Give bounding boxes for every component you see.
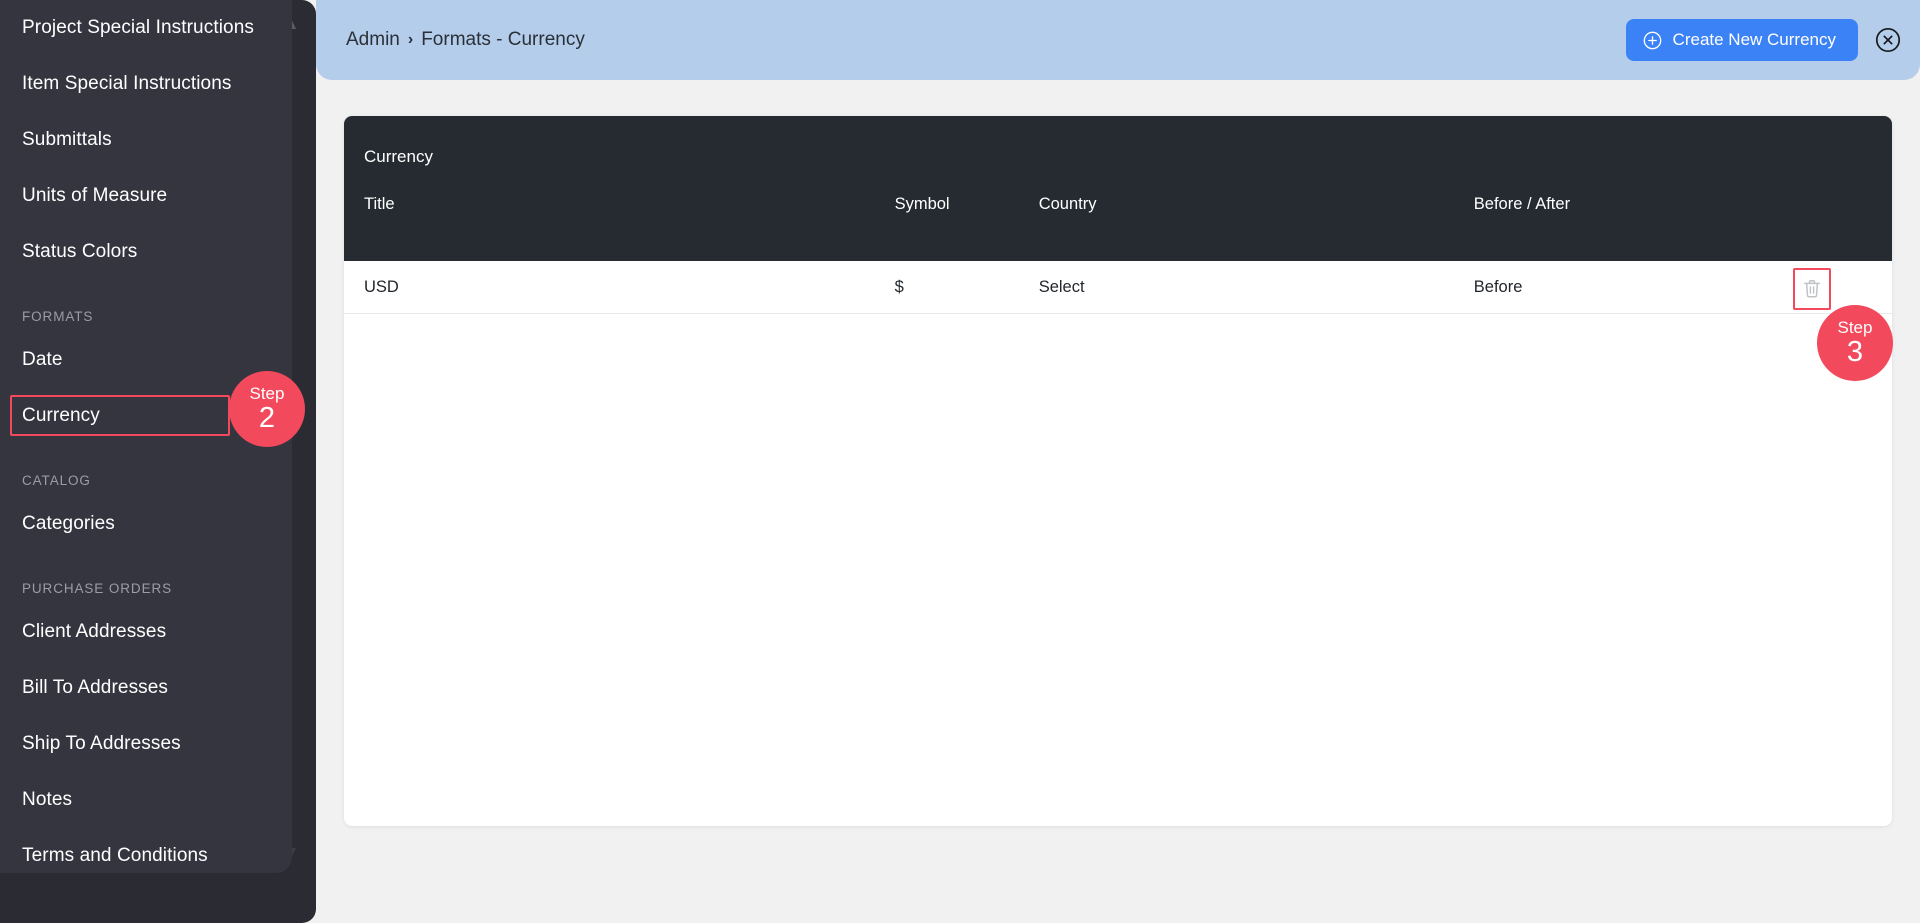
currency-card: Currency Title Symbol Country Before / A… bbox=[344, 116, 1892, 826]
sidebar-item-client-addresses-label: Client Addresses bbox=[22, 621, 167, 642]
create-new-currency-button[interactable]: Create New Currency bbox=[1625, 19, 1858, 61]
sidebar-item-status-colors-label: Status Colors bbox=[22, 241, 138, 262]
step-badge-2-number: 2 bbox=[258, 402, 276, 434]
sidebar-section-purchase-orders: PURCHASE ORDERS bbox=[0, 552, 292, 604]
sidebar-item-units-of-measure[interactable]: Units of Measure bbox=[0, 168, 292, 224]
sidebar-item-notes-label: Notes bbox=[22, 789, 73, 810]
column-header-title[interactable]: Title bbox=[344, 195, 895, 214]
sidebar-item-categories[interactable]: Categories bbox=[0, 496, 292, 552]
step-badge-2-word: Step bbox=[249, 384, 285, 403]
sidebar-scrollbar-track[interactable] bbox=[292, 0, 604, 923]
cell-country: Select bbox=[1038, 277, 1085, 296]
step-badge-2: Step 2 bbox=[229, 371, 305, 447]
sidebar-item-terms-and-conditions[interactable]: Terms and Conditions bbox=[0, 828, 292, 873]
row-delete-button[interactable] bbox=[1792, 268, 1831, 310]
breadcrumb-separator-icon: › bbox=[407, 31, 414, 48]
trash-icon bbox=[1802, 278, 1822, 300]
topbar-actions: Create New Currency bbox=[1625, 19, 1902, 61]
cell-before-after: Before bbox=[1473, 277, 1523, 296]
column-header-symbol[interactable]: Symbol bbox=[895, 195, 1039, 214]
sidebar-item-terms-and-conditions-label: Terms and Conditions bbox=[22, 845, 208, 866]
cell-title: USD bbox=[364, 277, 399, 296]
column-header-country[interactable]: Country bbox=[1039, 195, 1474, 214]
create-new-currency-label: Create New Currency bbox=[1672, 30, 1836, 49]
close-circle-icon bbox=[1875, 27, 1901, 53]
table-body: USD $ Select Before bbox=[344, 261, 1892, 314]
sidebar-item-client-addresses[interactable]: Client Addresses bbox=[0, 604, 292, 660]
sidebar-section-formats-label: FORMATS bbox=[22, 309, 94, 324]
sidebar-item-project-special-instructions[interactable]: Project Special Instructions bbox=[0, 0, 292, 56]
step-badge-3-number: 3 bbox=[1846, 336, 1864, 368]
sidebar-section-purchase-orders-label: PURCHASE ORDERS bbox=[22, 581, 173, 596]
main-content: Admin › Formats - Currency Create New Cu… bbox=[316, 0, 1920, 923]
sidebar-item-date-label: Date bbox=[22, 349, 63, 370]
sidebar-item-submittals-label: Submittals bbox=[22, 129, 112, 150]
breadcrumb: Admin › Formats - Currency bbox=[346, 29, 585, 51]
sidebar-item-ship-to-addresses[interactable]: Ship To Addresses bbox=[0, 716, 292, 772]
column-header-before-after[interactable]: Before / After bbox=[1474, 195, 1651, 214]
sidebar-item-categories-label: Categories bbox=[22, 513, 115, 534]
sidebar-item-bill-to-addresses[interactable]: Bill To Addresses bbox=[0, 660, 292, 716]
plus-circle-icon bbox=[1643, 31, 1662, 50]
sidebar-section-catalog-label: CATALOG bbox=[22, 473, 91, 488]
sidebar-item-units-of-measure-label: Units of Measure bbox=[22, 185, 168, 206]
topbar: Admin › Formats - Currency Create New Cu… bbox=[316, 0, 1920, 80]
card-title: Currency bbox=[364, 147, 433, 166]
sidebar-section-catalog: CATALOG bbox=[0, 444, 292, 496]
table-header-row: Title Symbol Country Before / After bbox=[344, 176, 1892, 261]
step-badge-3-word: Step bbox=[1837, 318, 1873, 337]
sidebar-item-bill-to-addresses-label: Bill To Addresses bbox=[22, 677, 169, 698]
sidebar-item-notes[interactable]: Notes bbox=[0, 772, 292, 828]
sidebar-item-ship-to-addresses-label: Ship To Addresses bbox=[22, 733, 181, 754]
sidebar-section-formats: FORMATS bbox=[0, 280, 292, 332]
sidebar-item-item-special-instructions-label: Item Special Instructions bbox=[22, 73, 232, 94]
breadcrumb-current: Formats - Currency bbox=[421, 29, 585, 50]
breadcrumb-root[interactable]: Admin bbox=[346, 29, 400, 51]
app-root: ▲ ▼ Project Special InstructionsItem Spe… bbox=[0, 0, 1920, 923]
sidebar-item-project-special-instructions-label: Project Special Instructions bbox=[22, 17, 254, 38]
sidebar-item-item-special-instructions[interactable]: Item Special Instructions bbox=[0, 56, 292, 112]
sidebar-item-submittals[interactable]: Submittals bbox=[0, 112, 292, 168]
cell-symbol: $ bbox=[894, 277, 904, 296]
table-row[interactable]: USD $ Select Before bbox=[344, 261, 1892, 314]
sidebar-item-status-colors[interactable]: Status Colors bbox=[0, 224, 292, 280]
close-panel-button[interactable] bbox=[1874, 26, 1902, 54]
step-badge-3: Step 3 bbox=[1817, 305, 1893, 381]
sidebar-item-currency-label: Currency bbox=[22, 405, 100, 426]
card-header: Currency Title Symbol Country Before / A… bbox=[344, 116, 1892, 261]
